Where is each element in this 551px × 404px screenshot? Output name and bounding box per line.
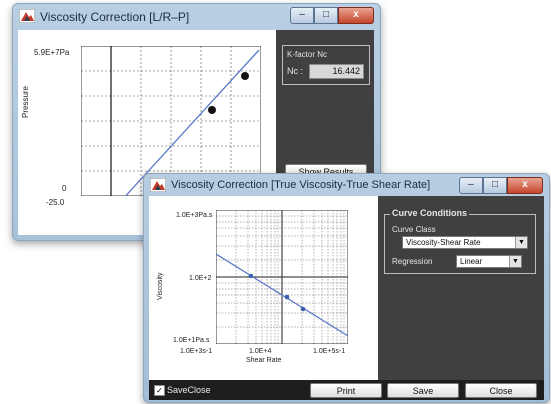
x-left-label: -25.0 (46, 198, 65, 207)
y-axis-label: Viscosity (157, 272, 164, 301)
kfactor-label: K-factor Nc (287, 50, 328, 59)
viscosity-window[interactable]: Viscosity Correction [True Viscosity-Tru… (143, 173, 550, 403)
x-left-label: 1.0E+3s-1 (180, 348, 213, 355)
y-zero-label: 0 (62, 184, 67, 193)
maximize-button[interactable]: □ (314, 7, 338, 24)
chevron-down-icon: ▼ (515, 237, 527, 248)
close-button[interactable]: x (507, 177, 543, 194)
regression-value: Linear (460, 257, 483, 266)
x-axis-label: Shear Rate (246, 357, 282, 364)
nc-value-field: 16.442 (309, 64, 364, 79)
data-point (284, 294, 290, 300)
app-logo-icon (19, 9, 35, 23)
chevron-down-icon: ▼ (509, 256, 521, 267)
saveclose-checkbox[interactable]: ✓ (154, 385, 165, 396)
curve-conditions-panel: Curve Conditions Curve Class Viscosity-S… (378, 196, 544, 380)
data-point (208, 106, 216, 114)
window-controls: – □ x (459, 177, 543, 194)
minimize-button[interactable]: – (290, 7, 314, 24)
curve-class-select[interactable]: Viscosity-Shear Rate ▼ (402, 236, 528, 249)
viscosity-chart (216, 210, 348, 344)
maximize-button[interactable]: □ (483, 177, 507, 194)
regression-select[interactable]: Linear ▼ (456, 255, 522, 268)
curve-conditions-label: Curve Conditions (390, 208, 470, 218)
regression-label: Regression (392, 257, 433, 266)
y-top-label: 5.9E+7Pa (34, 48, 70, 57)
window-controls: – □ x (290, 7, 374, 24)
x-right-label: 1.0E+5s-1 (313, 348, 346, 355)
close-button[interactable]: x (338, 7, 374, 24)
viscosity-plot-area: 1.0E+3Pa.s 1.0E+2 1.0E+1Pa.s Viscosity 1… (149, 196, 378, 380)
curve-class-value: Viscosity-Shear Rate (406, 238, 481, 247)
nc-label: Nc : (287, 66, 304, 76)
window-title: Viscosity Correction [L/R–P] (40, 10, 190, 24)
print-button[interactable]: Print (310, 383, 382, 398)
save-button[interactable]: Save (387, 383, 459, 398)
y-axis-label: Pressure (21, 85, 30, 118)
data-point (300, 306, 306, 312)
y-top-label: 1.0E+3Pa.s (176, 212, 213, 219)
data-point (241, 72, 249, 80)
title-bar[interactable]: Viscosity Correction [L/R–P] – □ x (13, 4, 380, 30)
window-title: Viscosity Correction [True Viscosity-Tru… (171, 179, 431, 191)
minimize-button[interactable]: – (459, 177, 483, 194)
bottom-toolbar: ✓ SaveClose Print Save Close (149, 380, 544, 400)
y-mid-label: 1.0E+2 (189, 275, 212, 282)
x-mid-label: 1.0E+4 (249, 348, 272, 355)
app-logo-icon (150, 178, 166, 192)
saveclose-label: SaveClose (167, 385, 211, 395)
close-window-button[interactable]: Close (465, 383, 537, 398)
data-point (248, 273, 254, 279)
curve-class-label: Curve Class (392, 225, 436, 234)
y-bottom-label: 1.0E+1Pa.s (173, 337, 210, 344)
